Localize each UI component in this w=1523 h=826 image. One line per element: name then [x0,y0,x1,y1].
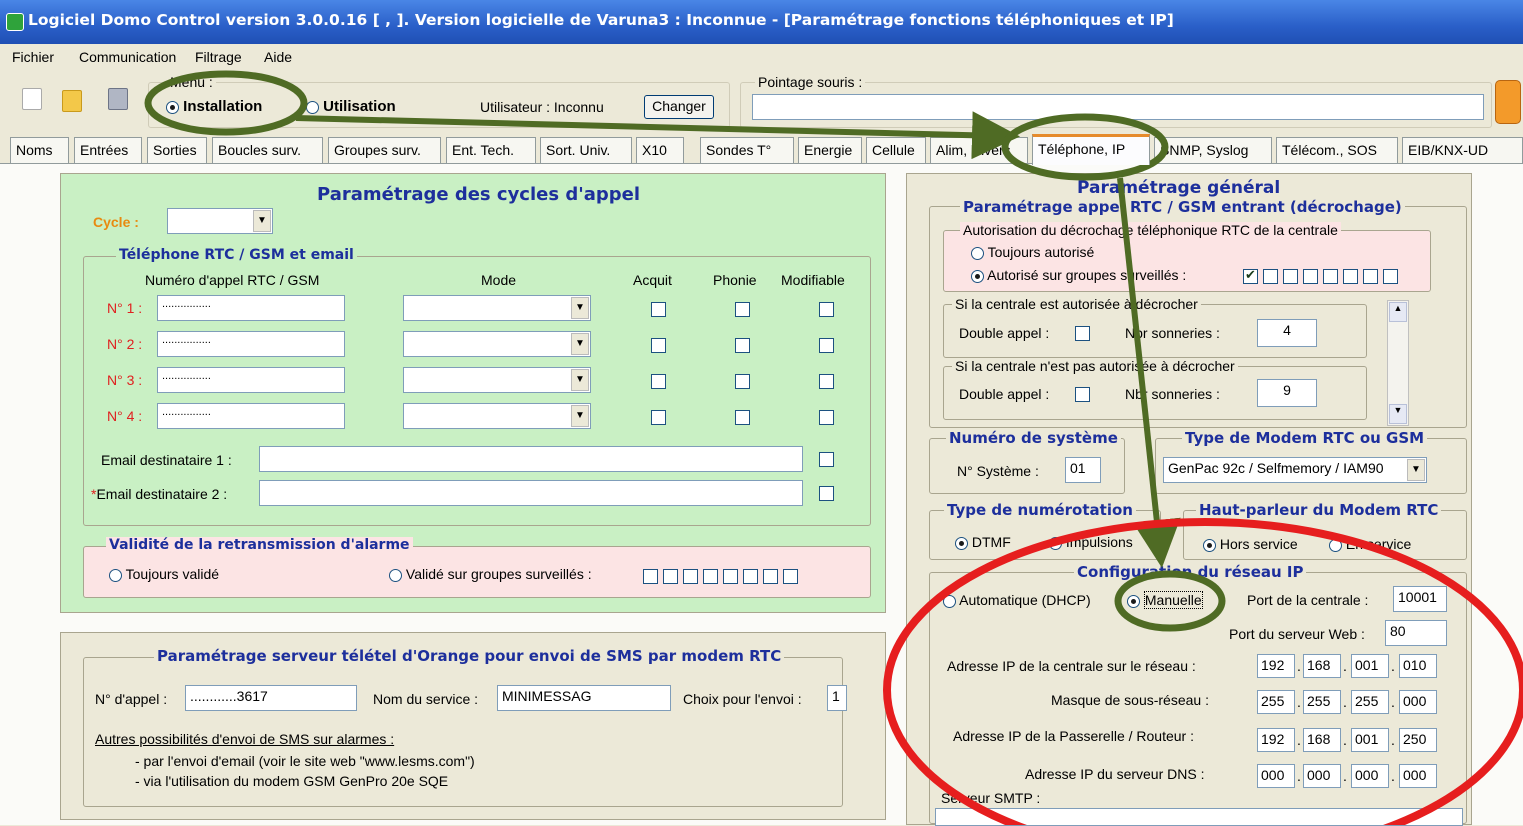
ip-config-highlight-ellipse [883,518,1523,825]
arrow-to-manuelle [1117,177,1181,568]
arrow-to-tab [295,111,1020,160]
tab-telephone-ip[interactable]: Téléphone, IP [1032,134,1150,165]
manuelle-highlight-circle [1114,570,1226,632]
annotation-overlay [144,70,1523,825]
installation-highlight-circle [144,70,308,136]
